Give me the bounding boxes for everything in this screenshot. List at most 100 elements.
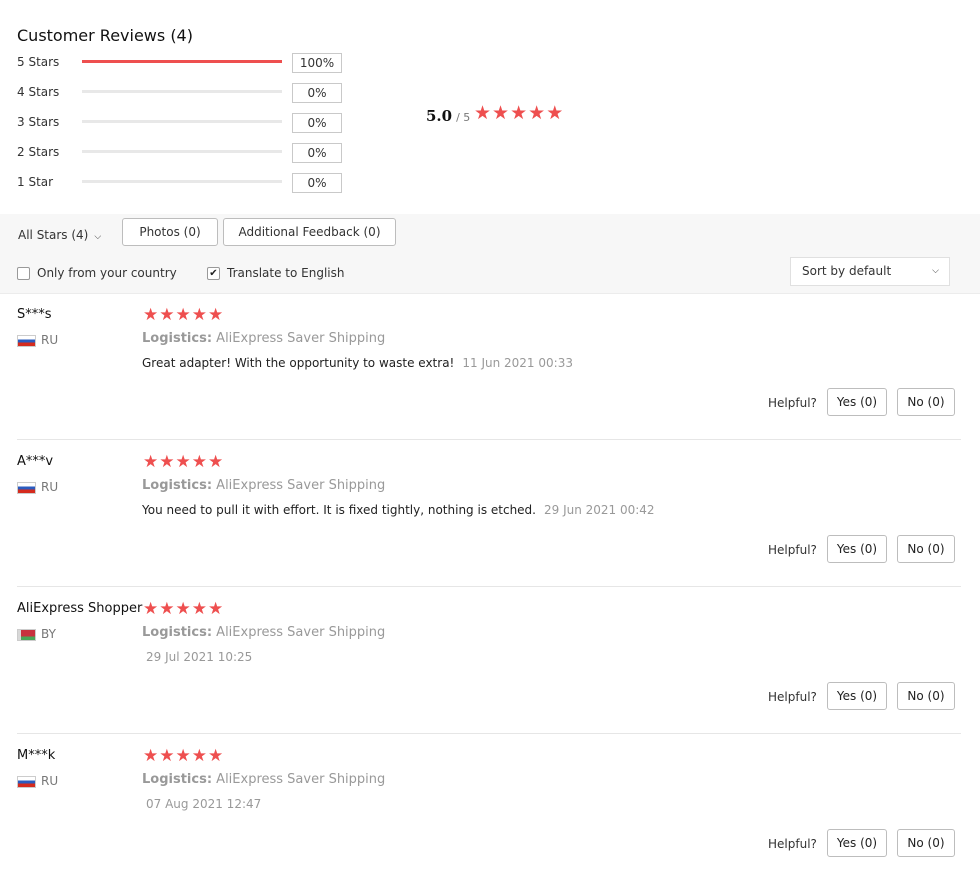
logistics-label: Logistics: xyxy=(142,625,213,640)
checkbox-icon[interactable]: ✔ xyxy=(207,266,220,280)
helpful-yes-button[interactable]: Yes (0) xyxy=(827,535,887,563)
reviewer-country: RU xyxy=(41,480,59,494)
rating-percent: 0% xyxy=(292,83,342,103)
photos-filter-button[interactable]: Photos (0) xyxy=(122,218,218,246)
flag-icon xyxy=(17,776,36,788)
helpful-yes-button[interactable]: Yes (0) xyxy=(827,388,887,416)
rating-bar xyxy=(82,120,282,123)
logistics-value: AliExpress Saver Shipping xyxy=(216,772,386,787)
helpful-no-button[interactable]: No (0) xyxy=(897,388,955,416)
helpful-no-button[interactable]: No (0) xyxy=(897,535,955,563)
rating-label: 4 Stars xyxy=(17,85,60,99)
rating-label: 3 Stars xyxy=(17,115,60,129)
star-icon: ★ xyxy=(159,305,175,325)
logistics-info: Logistics: AliExpress Saver Shipping xyxy=(142,331,385,346)
sort-label: Sort by default xyxy=(802,264,892,278)
chevron-down-icon: ⌵ xyxy=(932,266,939,276)
logistics-info: Logistics: AliExpress Saver Shipping xyxy=(142,772,385,787)
helpful-no-button[interactable]: No (0) xyxy=(897,829,955,857)
review-text: Great adapter! With the opportunity to w… xyxy=(142,356,573,370)
rating-row-1[interactable]: 1 Star 0% xyxy=(17,172,347,194)
review-date: 07 Aug 2021 12:47 xyxy=(146,797,262,811)
review-body: Great adapter! With the opportunity to w… xyxy=(142,356,455,370)
star-icon: ★ xyxy=(528,102,546,124)
star-icon: ★ xyxy=(191,452,207,472)
additional-feedback-button[interactable]: Additional Feedback (0) xyxy=(223,218,396,246)
star-icon: ★ xyxy=(474,102,492,124)
star-icon: ★ xyxy=(492,102,510,124)
review-date: 29 Jun 2021 00:42 xyxy=(543,503,655,517)
star-icon: ★ xyxy=(175,452,191,472)
helpful-label: Helpful? xyxy=(768,690,817,704)
review-item: S***s RU ★ ★ ★ ★ ★ Logistics: AliExpress Sav… xyxy=(0,293,980,440)
reviewer-name: S***s xyxy=(17,307,52,322)
checkbox-icon[interactable] xyxy=(17,266,30,280)
all-stars-label: All Stars (4) xyxy=(18,228,89,242)
rating-bar xyxy=(82,90,282,93)
rating-percent: 0% xyxy=(292,143,342,163)
review-item: M***k RU ★ ★ ★ ★ ★ Logistics: AliExpress Sav… xyxy=(0,734,980,881)
star-icon: ★ xyxy=(143,599,159,619)
rating-bar xyxy=(82,150,282,153)
rating-percent: 100% xyxy=(292,53,342,73)
flag-icon xyxy=(17,482,36,494)
helpful-yes-button[interactable]: Yes (0) xyxy=(827,682,887,710)
logistics-value: AliExpress Saver Shipping xyxy=(216,331,386,346)
rating-bar xyxy=(82,180,282,183)
translate-checkbox[interactable]: ✔ Translate to English xyxy=(207,266,345,280)
logistics-label: Logistics: xyxy=(142,331,213,346)
rating-bar-fill xyxy=(82,60,282,63)
chevron-down-icon: ⌵ xyxy=(94,232,102,242)
logistics-label: Logistics: xyxy=(142,772,213,787)
review-date: 29 Jul 2021 10:25 xyxy=(146,650,253,664)
rating-label: 5 Stars xyxy=(17,55,60,69)
rating-label: 2 Stars xyxy=(17,145,60,159)
review-date: 11 Jun 2021 00:33 xyxy=(462,356,573,370)
reviewer-country: RU xyxy=(41,774,59,788)
reviewer-name: A***v xyxy=(17,454,54,469)
star-icon: ★ xyxy=(159,599,175,619)
reviewer-name: AliExpress Shopper xyxy=(17,601,143,616)
logistics-value: AliExpress Saver Shipping xyxy=(216,478,386,493)
star-icon: ★ xyxy=(191,746,207,766)
helpful-label: Helpful? xyxy=(768,396,817,410)
helpful-no-button[interactable]: No (0) xyxy=(897,682,955,710)
star-icon: ★ xyxy=(159,746,175,766)
logistics-info: Logistics: AliExpress Saver Shipping xyxy=(142,625,385,640)
rating-summary: 5.0/ 5 ★ ★ ★ ★ ★ xyxy=(426,104,563,130)
star-icon: ★ xyxy=(143,452,159,472)
reviewer-name: M***k xyxy=(17,748,56,763)
sort-dropdown[interactable]: Sort by default ⌵ xyxy=(790,257,950,286)
star-icon: ★ xyxy=(175,599,191,619)
logistics-label: Logistics: xyxy=(142,478,213,493)
flag-icon xyxy=(17,629,36,641)
helpful-label: Helpful? xyxy=(768,837,817,851)
helpful-yes-button[interactable]: Yes (0) xyxy=(827,829,887,857)
review-item: A***v RU ★ ★ ★ ★ ★ Logistics: AliExpress Sav… xyxy=(0,440,980,587)
flag-icon xyxy=(17,335,36,347)
rating-row-3[interactable]: 3 Stars 0% xyxy=(17,112,347,134)
helpful-label: Helpful? xyxy=(768,543,817,557)
star-icon: ★ xyxy=(208,599,224,619)
rating-label: 1 Star xyxy=(17,175,54,189)
rating-bar xyxy=(82,60,282,63)
all-stars-dropdown[interactable]: All Stars (4) ⌵ xyxy=(18,228,101,242)
star-icon: ★ xyxy=(208,452,224,472)
only-country-checkbox[interactable]: Only from your country xyxy=(17,266,177,280)
rating-row-2[interactable]: 2 Stars 0% xyxy=(17,142,347,164)
star-icon: ★ xyxy=(143,305,159,325)
page-title: Customer Reviews (4) xyxy=(17,25,193,45)
star-icon: ★ xyxy=(175,305,191,325)
logistics-value: AliExpress Saver Shipping xyxy=(216,625,386,640)
star-icon: ★ xyxy=(208,746,224,766)
reviewer-country: RU xyxy=(41,333,59,347)
rating-row-4[interactable]: 4 Stars 0% xyxy=(17,82,347,104)
filter-bar: All Stars (4) ⌵ Photos (0) Additional Fee… xyxy=(0,214,980,294)
star-icon: ★ xyxy=(191,305,207,325)
review-stars: ★ ★ ★ ★ ★ xyxy=(143,601,224,618)
star-icon: ★ xyxy=(143,746,159,766)
rating-row-5[interactable]: 5 Stars 100% xyxy=(17,52,347,74)
star-icon: ★ xyxy=(159,452,175,472)
summary-stars: ★ ★ ★ ★ ★ xyxy=(474,104,564,123)
logistics-info: Logistics: AliExpress Saver Shipping xyxy=(142,478,385,493)
